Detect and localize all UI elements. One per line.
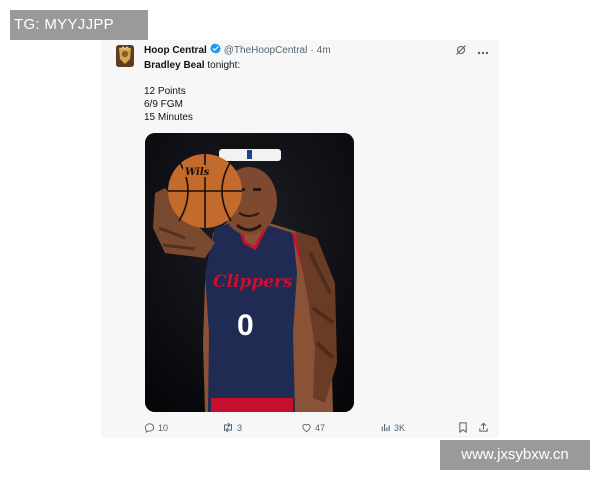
avatar[interactable] — [116, 45, 134, 67]
share-icon — [479, 422, 488, 432]
verified-badge-icon — [209, 43, 221, 59]
tweet-card[interactable]: Hoop Central @TheHoopCentral · 4m Bradle… — [101, 40, 499, 438]
reply-count: 10 — [158, 422, 169, 433]
stat-line-points: 12 Points — [144, 86, 186, 97]
more-options-icon[interactable] — [477, 46, 489, 58]
repost-icon — [224, 422, 232, 433]
player-photo[interactable]: Clippers 0 Wils — [145, 133, 354, 412]
repost-count: 3 — [237, 422, 243, 433]
reply-button[interactable]: 10 — [144, 422, 168, 433]
like-count: 47 — [315, 422, 326, 433]
views-icon — [381, 423, 390, 432]
bookmark-icon — [459, 422, 467, 433]
top-left-label: TG: MYYJJPP — [10, 10, 148, 40]
repost-button[interactable]: 3 — [222, 422, 242, 433]
views-count: 3K — [394, 422, 406, 433]
jersey-number: 0 — [237, 309, 254, 342]
author-name[interactable]: Hoop Central — [144, 44, 207, 58]
views-button[interactable]: 3K — [380, 422, 405, 433]
post-time[interactable]: 4m — [317, 44, 331, 58]
heart-icon — [302, 424, 311, 433]
author-handle[interactable]: @TheHoopCentral — [224, 44, 308, 58]
tweet-header: Hoop Central @TheHoopCentral · 4m — [144, 43, 331, 59]
grok-icon[interactable] — [455, 44, 467, 59]
tweet-actions: 10 3 47 3K — [144, 422, 489, 436]
bookmark-button[interactable] — [458, 422, 468, 433]
tweet-text-suffix: tonight: — [204, 60, 241, 71]
header-actions — [455, 44, 489, 59]
separator-dot: · — [310, 45, 314, 56]
stat-line-fgm: 6/9 FGM — [144, 99, 183, 110]
player-name: Bradley Beal — [144, 60, 205, 71]
watermark: www.jxsybxw.cn — [440, 440, 590, 470]
reply-icon — [144, 423, 155, 433]
jersey-wordmark: Clippers — [213, 272, 293, 292]
tweet-text-line-1: Bradley Beal tonight: — [144, 59, 240, 72]
stat-line-minutes: 15 Minutes — [144, 112, 193, 123]
share-button[interactable] — [478, 422, 489, 433]
svg-text:Wils: Wils — [185, 167, 210, 178]
like-button[interactable]: 47 — [301, 422, 325, 433]
